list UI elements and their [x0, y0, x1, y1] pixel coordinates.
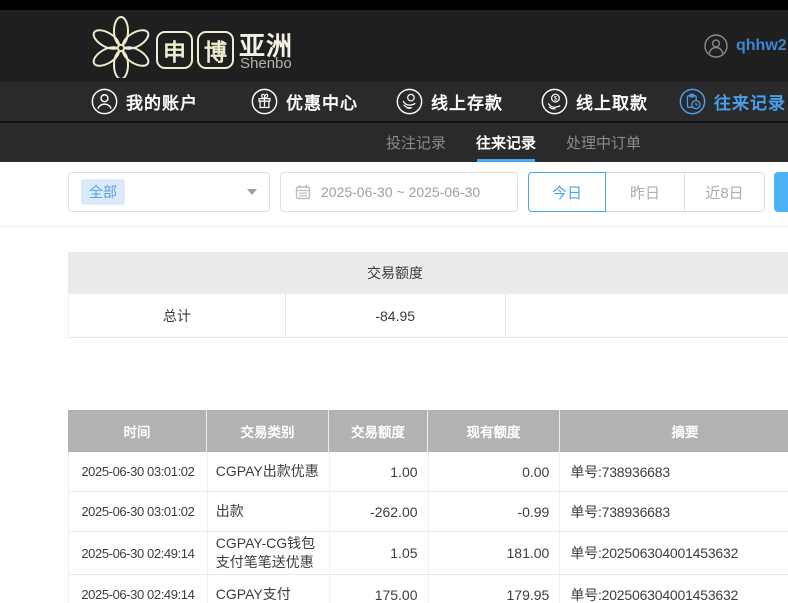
- username-text[interactable]: qhhw2: [736, 37, 787, 55]
- cell-amount: -262.00: [330, 492, 429, 531]
- table-row: 2025-06-30 03:01:02 CGPAY出款优惠 1.00 0.00 …: [68, 452, 788, 492]
- type-filter-selected-value: 全部: [81, 179, 125, 205]
- tab-processing-orders[interactable]: 处理中订单: [566, 123, 641, 162]
- nav-item-my-account[interactable]: 我的账户: [91, 88, 198, 115]
- chevron-down-icon: [247, 189, 257, 195]
- summary-header-blank: [68, 252, 285, 294]
- col-header-memo: 摘要: [560, 410, 788, 452]
- cell-time: 2025-06-30 03:01:02: [69, 492, 208, 531]
- records-tabs: 投注记录 往来记录 处理中订单: [386, 123, 641, 162]
- cell-amount: 1.00: [330, 452, 429, 491]
- cell-amount: 1.05: [330, 532, 429, 574]
- cell-type: 出款: [208, 492, 330, 531]
- tab-betting-records[interactable]: 投注记录: [386, 123, 446, 162]
- svg-text:$: $: [554, 96, 558, 103]
- calendar-icon: [295, 184, 311, 200]
- cell-memo: 单号:202506304001453632: [560, 532, 788, 574]
- user-avatar-icon: [704, 34, 728, 58]
- flower-logo-icon: [90, 16, 152, 78]
- search-button[interactable]: [774, 172, 788, 212]
- table-row: 2025-06-30 03:01:02 出款 -262.00 -0.99 单号:…: [68, 492, 788, 532]
- active-tab-underline: [477, 159, 535, 162]
- summary-total-label: 总计: [69, 294, 286, 337]
- summary-total-extra: [506, 294, 788, 337]
- cell-memo: 单号:738936683: [560, 452, 788, 491]
- records-icon: [679, 88, 706, 115]
- deposit-icon: [396, 88, 423, 115]
- type-filter-select[interactable]: 全部: [68, 172, 270, 212]
- user-account-area[interactable]: qhhw2: [704, 34, 787, 58]
- cell-memo: 单号:202506304001453632: [560, 575, 788, 603]
- today-button[interactable]: 今日: [528, 172, 606, 212]
- cell-type: CGPAY出款优惠: [208, 452, 330, 491]
- date-range-picker[interactable]: 2025-06-30 ~ 2025-06-30: [280, 172, 518, 212]
- cell-time: 2025-06-30 02:49:14: [69, 575, 208, 603]
- cell-time: 2025-06-30 02:49:14: [69, 532, 208, 574]
- yesterday-button[interactable]: 昨日: [606, 172, 685, 212]
- logo-subtitle: Shenbo: [240, 55, 292, 72]
- toolbar-divider: [0, 226, 788, 227]
- cell-time: 2025-06-30 03:01:02: [69, 452, 208, 491]
- summary-header-amount: 交易额度: [285, 252, 505, 294]
- withdraw-icon: $: [541, 88, 568, 115]
- account-icon: [91, 88, 118, 115]
- nav-item-online-deposit[interactable]: 线上存款: [396, 88, 503, 115]
- col-header-time: 时间: [68, 410, 207, 452]
- records-header-row: 时间 交易类别 交易额度 现有额度 摘要: [68, 410, 788, 452]
- cell-type: CGPAY支付: [208, 575, 330, 603]
- date-range-value: 2025-06-30 ~ 2025-06-30: [321, 184, 480, 200]
- summary-header-extra: [505, 252, 788, 294]
- cell-balance: -0.99: [429, 492, 561, 531]
- summary-table: 交易额度 总计 -84.95: [68, 252, 788, 338]
- col-header-balance: 现有额度: [428, 410, 560, 452]
- page: 申 博 亚洲 Shenbo qhhw2 我的账户 优惠中心: [0, 0, 788, 603]
- cell-amount: 175.00: [330, 575, 429, 603]
- cell-balance: 0.00: [429, 452, 561, 491]
- table-row: 2025-06-30 02:49:14 CGPAY支付 175.00 179.9…: [68, 575, 788, 603]
- cell-memo: 单号:738936683: [560, 492, 788, 531]
- records-table: 时间 交易类别 交易额度 现有额度 摘要 2025-06-30 03:01:02…: [68, 410, 788, 603]
- col-header-amount: 交易额度: [329, 410, 428, 452]
- logo-char-shen: 申: [156, 31, 193, 69]
- summary-header-row: 交易额度: [68, 252, 788, 294]
- table-row: 2025-06-30 02:49:14 CGPAY-CG钱包支付笔笔送优惠 1.…: [68, 532, 788, 575]
- nav-item-online-withdraw[interactable]: $ 线上取款: [541, 88, 648, 115]
- nav-item-promo-center[interactable]: 优惠中心: [251, 88, 358, 115]
- summary-total-amount: -84.95: [286, 294, 506, 337]
- tab-transaction-records[interactable]: 往来记录: [476, 123, 536, 162]
- top-black-strip: [0, 0, 788, 10]
- col-header-type: 交易类别: [207, 410, 329, 452]
- summary-total-row: 总计 -84.95: [68, 294, 788, 338]
- quick-date-buttons: 今日 昨日 近8日: [528, 172, 765, 212]
- cell-type: CGPAY-CG钱包支付笔笔送优惠: [208, 532, 330, 574]
- last-8-days-button[interactable]: 近8日: [685, 172, 765, 212]
- logo-char-bo: 博: [197, 31, 234, 69]
- promo-gift-icon: [251, 88, 278, 115]
- cell-balance: 179.95: [429, 575, 561, 603]
- nav-item-transaction-records[interactable]: 往来记录: [679, 88, 786, 115]
- cell-balance: 181.00: [429, 532, 561, 574]
